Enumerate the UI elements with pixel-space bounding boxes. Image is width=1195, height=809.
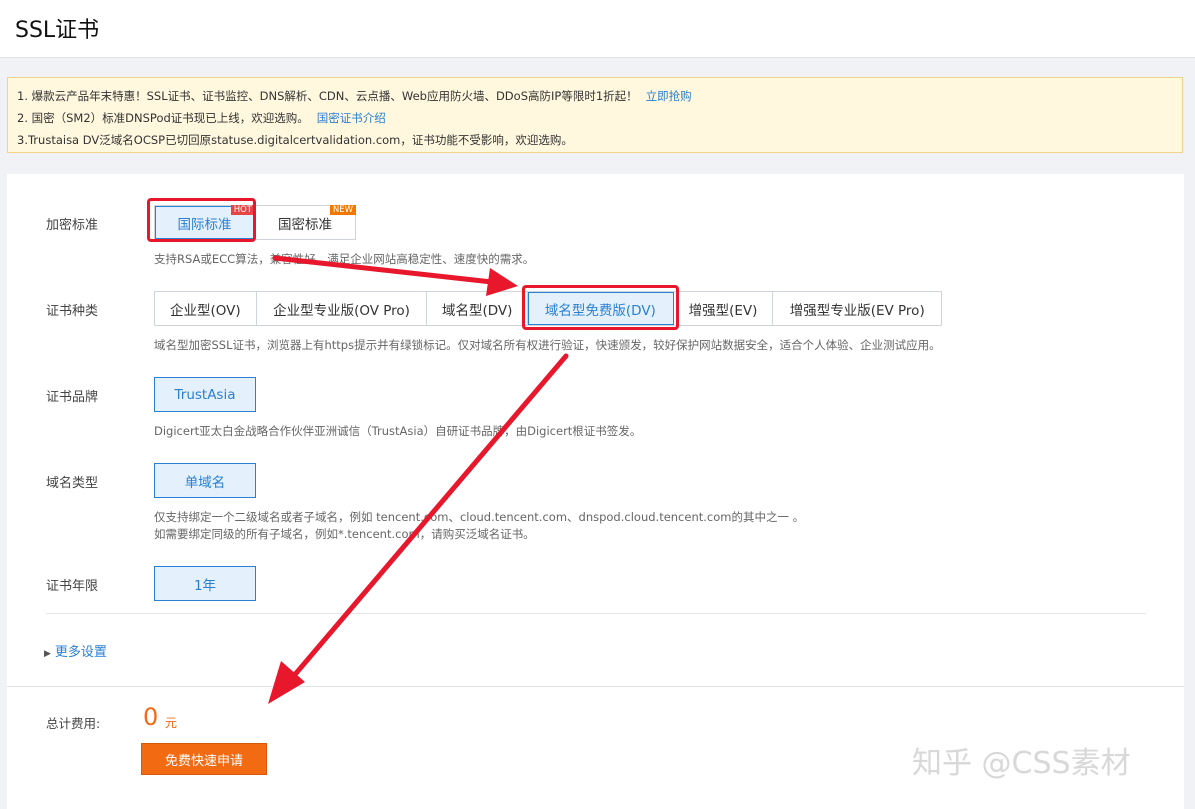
more-settings-label: 更多设置	[54, 645, 107, 660]
term-label: 证书年限	[46, 579, 99, 594]
option-ov[interactable]: 企业型(OV)	[155, 292, 257, 325]
notice-text-1: 1. 爆款云产品年末特惠！SSL证书、证书监控、DNS解析、CDN、云点播、We…	[17, 89, 638, 103]
option-ov-pro[interactable]: 企业型专业版(OV Pro)	[257, 292, 428, 325]
sm2-intro-link[interactable]: 国密证书介绍	[317, 111, 386, 125]
option-ev-pro[interactable]: 增强型专业版(EV Pro)	[773, 292, 941, 325]
notice-text-3: 3.Trustaisa DV泛域名OCSP已切回原statuse.digital…	[17, 133, 573, 147]
notice-line-3: 3.Trustaisa DV泛域名OCSP已切回原statuse.digital…	[17, 129, 1182, 151]
notice-text-2: 2. 国密（SM2）标准DNSPod证书现已上线，欢迎选购。	[17, 111, 309, 125]
domain-type-label: 域名类型	[46, 476, 99, 491]
page-header: SSL证书	[0, 0, 1195, 58]
page-title: SSL证书	[15, 18, 100, 43]
free-apply-button[interactable]: 免费快速申请	[141, 743, 267, 775]
promo-link[interactable]: 立即抢购	[646, 89, 692, 103]
zhihu-watermark: 知乎 @CSS素材	[912, 746, 1131, 781]
notice-banner: 1. 爆款云产品年末特惠！SSL证书、证书监控、DNS解析、CDN、云点播、We…	[7, 77, 1183, 153]
total-label: 总计费用:	[46, 716, 101, 731]
cert-type-label: 证书种类	[46, 304, 99, 319]
encryption-label: 加密标准	[46, 218, 99, 233]
total-value: 0	[143, 703, 159, 731]
brand-label: 证书品牌	[46, 390, 99, 405]
divider	[46, 613, 1146, 614]
more-settings-toggle[interactable]: ▶ 更多设置	[44, 641, 107, 660]
term-1-year[interactable]: 1年	[154, 566, 256, 601]
brand-desc: Digicert亚太白金战略合作伙伴亚洲诚信（TrustAsia）自研证书品牌，…	[154, 424, 642, 438]
encryption-selector: 国际标准 HOT 国密标准 NEW	[154, 205, 356, 240]
total-unit: 元	[165, 716, 178, 730]
hot-badge: HOT	[230, 205, 255, 215]
option-international[interactable]: 国际标准 HOT	[155, 205, 255, 239]
domain-type-desc-2: 如需要绑定同级的所有子域名，例如*.tencent.com，请购买泛域名证书。	[154, 527, 535, 541]
option-guomi-label: 国密标准	[278, 216, 332, 233]
new-badge: NEW	[329, 205, 356, 215]
encryption-desc: 支持RSA或ECC算法，兼容性好，满足企业网站高稳定性、速度快的需求。	[154, 252, 535, 266]
cert-type-desc: 域名型加密SSL证书，浏览器上有https提示并有绿锁标记。仅对域名所有权进行验…	[154, 338, 941, 352]
cert-type-selector: 企业型(OV) 企业型专业版(OV Pro) 域名型(DV) 域名型免费版(DV…	[154, 291, 942, 326]
domain-type-desc-1: 仅支持绑定一个二级域名或者子域名，例如 tencent.com、cloud.te…	[154, 510, 805, 524]
option-international-label: 国际标准	[177, 216, 232, 233]
option-ev[interactable]: 增强型(EV)	[674, 292, 774, 325]
option-guomi[interactable]: 国密标准 NEW	[255, 205, 356, 239]
brand-trustasia[interactable]: TrustAsia	[154, 377, 256, 412]
domain-type-single[interactable]: 单域名	[154, 463, 256, 498]
notice-line-2: 2. 国密（SM2）标准DNSPod证书现已上线，欢迎选购。 国密证书介绍	[17, 107, 1182, 129]
caret-right-icon: ▶	[44, 649, 51, 659]
option-dv-free[interactable]: 域名型免费版(DV)	[528, 292, 674, 325]
option-dv[interactable]: 域名型(DV)	[427, 292, 529, 325]
notice-line-1: 1. 爆款云产品年末特惠！SSL证书、证书监控、DNS解析、CDN、云点播、We…	[17, 85, 1182, 107]
